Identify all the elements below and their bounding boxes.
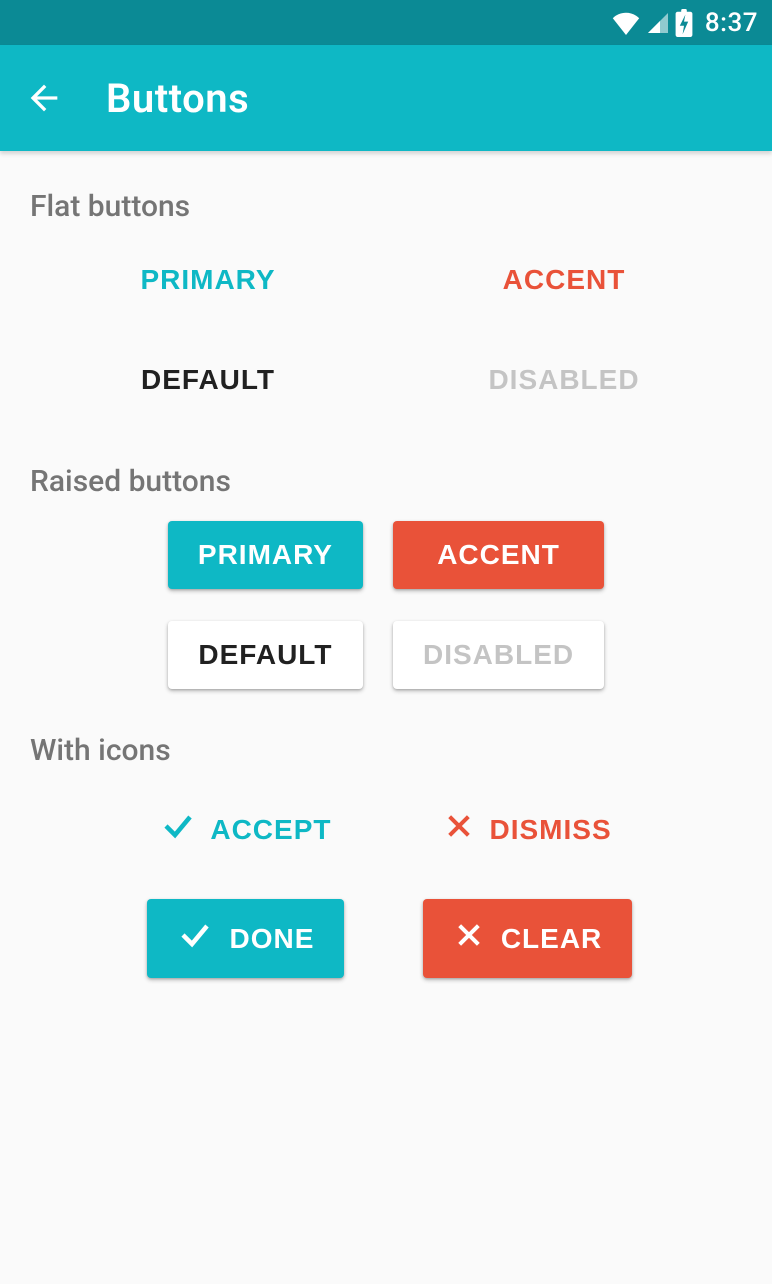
flat-accent-button[interactable]: ACCENT [475, 246, 654, 314]
button-label: DISABLED [423, 639, 574, 671]
clear-button[interactable]: CLEAR [423, 899, 632, 978]
status-time: 8:37 [705, 8, 758, 38]
button-label: ACCEPT [210, 814, 331, 846]
check-icon [177, 917, 213, 960]
button-label: ACCENT [503, 264, 626, 296]
raised-disabled-button: DISABLED [393, 621, 604, 689]
back-button[interactable] [24, 78, 64, 118]
section-flat-title: Flat buttons [30, 189, 742, 224]
section-raised-title: Raised buttons [30, 464, 742, 499]
dismiss-button[interactable]: DISMISS [415, 790, 639, 869]
flat-default-button[interactable]: DEFAULT [113, 346, 303, 414]
app-bar: Buttons [0, 45, 772, 151]
button-label: PRIMARY [198, 539, 333, 571]
raised-primary-button[interactable]: PRIMARY [168, 521, 363, 589]
button-label: PRIMARY [140, 264, 275, 296]
close-icon [453, 919, 485, 958]
done-button[interactable]: DONE [147, 899, 344, 978]
raised-buttons-grid: PRIMARY ACCENT DEFAULT DISABLED [30, 521, 742, 689]
button-label: DISABLED [488, 364, 639, 396]
accept-button[interactable]: ACCEPT [132, 790, 359, 869]
flat-buttons-grid: PRIMARY ACCENT DEFAULT DISABLED [30, 246, 742, 414]
icon-buttons-grid: ACCEPT DISMISS DONE CLEAR [30, 790, 742, 978]
button-label: DEFAULT [141, 364, 275, 396]
flat-primary-button[interactable]: PRIMARY [112, 246, 303, 314]
button-label: ACCENT [437, 539, 560, 571]
raised-accent-button[interactable]: ACCENT [393, 521, 604, 589]
section-icons-title: With icons [30, 733, 742, 768]
page-title: Buttons [106, 75, 249, 122]
raised-default-button[interactable]: DEFAULT [168, 621, 363, 689]
arrow-back-icon [24, 78, 64, 118]
close-icon [443, 810, 475, 849]
button-label: DONE [229, 923, 314, 955]
battery-charging-icon [675, 9, 693, 37]
wifi-icon [611, 11, 641, 35]
check-icon [160, 808, 196, 851]
button-label: DISMISS [489, 814, 611, 846]
cell-signal-icon [645, 11, 671, 35]
button-label: DEFAULT [198, 639, 332, 671]
button-label: CLEAR [501, 923, 602, 955]
android-status-bar: 8:37 [0, 0, 772, 45]
flat-disabled-button: DISABLED [460, 346, 667, 414]
content: Flat buttons PRIMARY ACCENT DEFAULT DISA… [0, 151, 772, 978]
